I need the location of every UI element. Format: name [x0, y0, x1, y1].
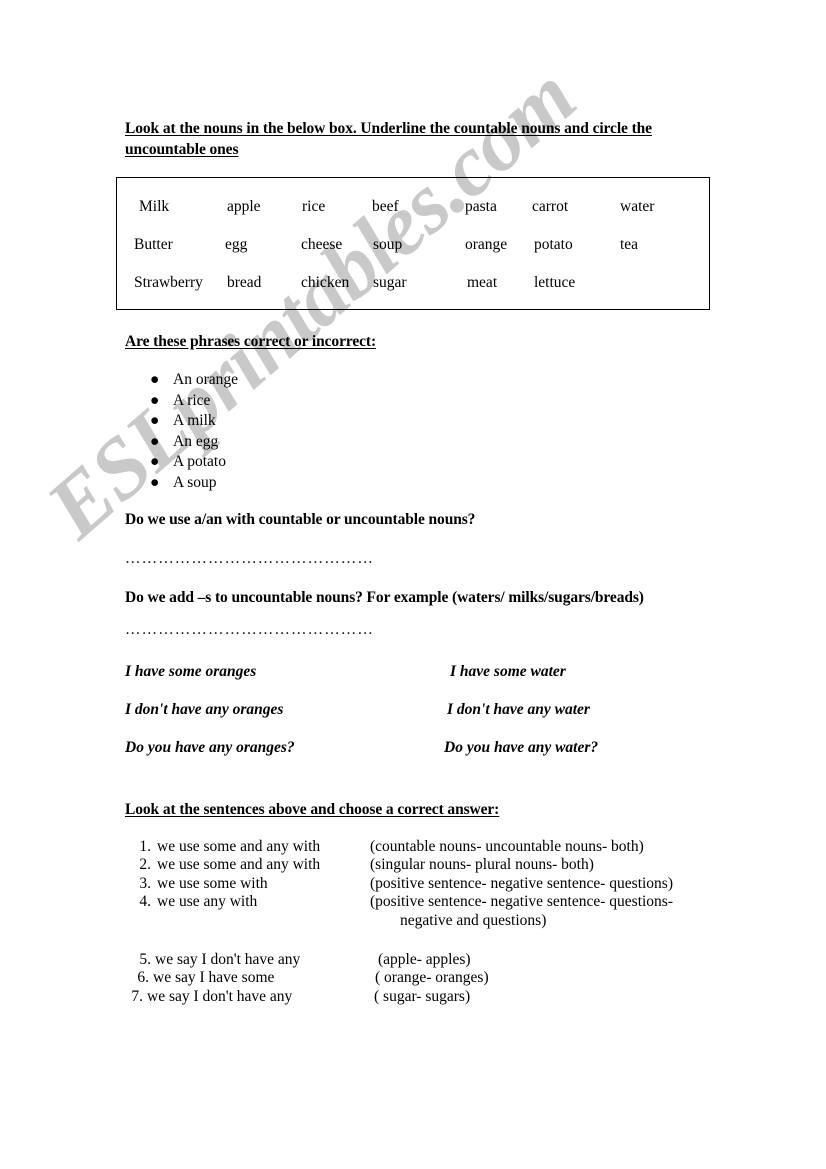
example-right-2: I don't have any water — [447, 701, 590, 718]
bullet-icon: ● — [150, 453, 160, 471]
noun-word: apple — [227, 198, 261, 215]
list-item-label: A soup — [173, 473, 217, 491]
noun-word: carrot — [532, 198, 569, 215]
choice-number: 5. — [139, 951, 151, 968]
example-left-3: Do you have any oranges? — [125, 739, 295, 756]
list-item: ● A soup — [125, 473, 238, 494]
noun-row: Strawberry bread chicken sugar meat lett… — [117, 274, 709, 296]
list-item-label: A rice — [173, 391, 211, 409]
choice-number: 3. — [139, 874, 151, 892]
example-right-1: I have some water — [450, 663, 566, 680]
noun-word: meat — [467, 274, 498, 291]
choice-options[interactable]: ( orange- oranges) — [375, 969, 489, 987]
noun-word: sugar — [373, 274, 407, 291]
task3-heading: Look at the sentences above and choose a… — [125, 799, 499, 820]
choice-options-continued[interactable]: negative and questions) — [400, 912, 546, 930]
list-item-label: An orange — [173, 371, 238, 388]
noun-word: chicken — [301, 274, 350, 291]
list-item-label: A milk — [173, 412, 216, 430]
noun-word: cheese — [301, 236, 343, 253]
list-item: ● A milk — [125, 411, 238, 432]
choice-number: 6. — [137, 969, 149, 987]
noun-word: pasta — [465, 198, 497, 215]
choice-stem: we say I have some — [153, 969, 275, 987]
task3-heading-text: Look at the sentences above and choose a… — [125, 801, 500, 818]
noun-row: Milk apple rice beef pasta carrot water — [117, 198, 709, 220]
example-right-3: Do you have any water? — [444, 739, 599, 756]
question-1: Do we use a/an with countable or uncount… — [125, 511, 476, 528]
choice-number: 7. — [131, 987, 143, 1005]
bullet-icon: ● — [150, 391, 160, 409]
bullet-icon: ● — [150, 473, 160, 491]
task1-heading-line2: uncountable ones — [125, 141, 239, 158]
question-2: Do we add –s to uncountable nouns? For e… — [125, 589, 644, 606]
phrases-list: ● An orange ● A rice ● A milk ● An egg ●… — [125, 370, 238, 494]
task1-heading: Look at the nouns in the below box. Unde… — [125, 118, 710, 160]
example-left-1: I have some oranges — [125, 663, 257, 680]
list-item: ● A potato — [125, 452, 238, 473]
choice-options[interactable]: (singular nouns- plural nouns- both) — [370, 856, 594, 874]
noun-word: bread — [227, 274, 262, 291]
example-left-2: I don't have any oranges — [125, 701, 284, 718]
list-item: ● A rice — [125, 391, 238, 412]
choice-number: 1. — [139, 838, 151, 855]
choice-options[interactable]: (apple- apples) — [378, 951, 471, 969]
choice-stem: we use some and any with — [157, 838, 321, 855]
choice-stem: we say I don't have any — [155, 951, 301, 968]
choice-options[interactable]: ( sugar- sugars) — [374, 988, 470, 1006]
noun-box: Milk apple rice beef pasta carrot water … — [116, 177, 710, 310]
noun-word: Milk — [139, 198, 170, 215]
choice-stem: we use some and any with — [157, 856, 321, 874]
noun-word: Butter — [134, 236, 173, 253]
noun-word: egg — [225, 236, 248, 253]
answer-line-1[interactable]: ……………………………………… — [125, 550, 374, 568]
choice-options[interactable]: (countable nouns- uncountable nouns- bot… — [370, 838, 644, 856]
choice-options[interactable]: (positive sentence- negative sentence- q… — [370, 893, 673, 911]
noun-word: rice — [302, 198, 326, 215]
worksheet-page: ESLprintables.com Look at the nouns in t… — [0, 0, 826, 1169]
noun-word: potato — [534, 236, 573, 253]
noun-word: Strawberry — [134, 274, 203, 291]
noun-word: lettuce — [534, 274, 576, 291]
bullet-icon: ● — [150, 432, 160, 450]
noun-word: soup — [373, 236, 403, 253]
list-item: ● An orange — [125, 370, 238, 391]
noun-word: orange — [465, 236, 508, 253]
list-item-label: An egg — [173, 432, 219, 450]
noun-word: tea — [620, 236, 639, 253]
list-item-label: A potato — [173, 453, 226, 471]
choice-number: 4. — [139, 893, 151, 911]
choice-stem: we say I don't have any — [147, 987, 293, 1005]
choice-stem: we use any with — [157, 893, 258, 911]
choice-options[interactable]: (positive sentence- negative sentence- q… — [370, 875, 673, 893]
noun-word: water — [620, 198, 655, 215]
task2-heading: Are these phrases correct or incorrect: — [125, 331, 376, 352]
list-item: ● An egg — [125, 432, 238, 453]
noun-row: Butter egg cheese soup orange potato tea — [117, 236, 709, 258]
noun-word: beef — [372, 198, 399, 215]
task2-heading-text: Are these phrases correct or incorrect: — [125, 333, 377, 350]
choice-number: 2. — [139, 856, 151, 874]
bullet-icon: ● — [150, 412, 160, 430]
task1-heading-line1: Look at the nouns in the below box. Unde… — [125, 120, 652, 137]
answer-line-2[interactable]: ……………………………………… — [125, 621, 374, 639]
choice-stem: we use some with — [157, 874, 268, 892]
bullet-icon: ● — [150, 371, 160, 388]
